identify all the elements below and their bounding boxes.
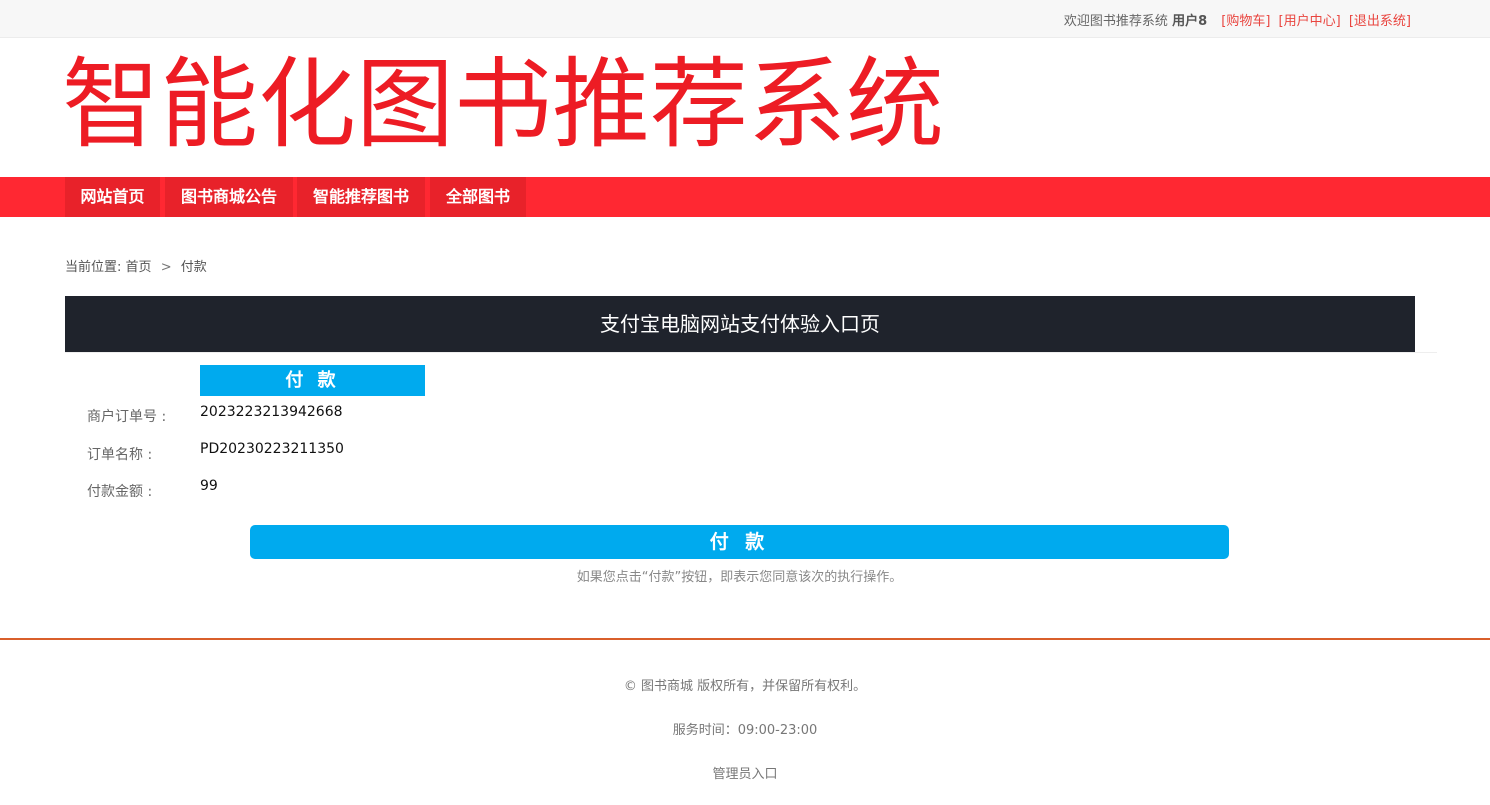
amount-value: 99 — [200, 478, 218, 494]
breadcrumb-current: 付款 — [180, 260, 207, 275]
nav-item-recommended[interactable]: 智能推荐图书 — [297, 177, 425, 217]
order-number-value: 2023223213942668 — [200, 404, 343, 420]
top-bar-links: 欢迎图书推荐系统 用户8 [购物车] [用户中心] [退出系统] — [1064, 10, 1411, 29]
site-logo[interactable]: 智能化图书推荐系统 — [62, 48, 944, 163]
admin-login-link[interactable]: 管理员入口 — [0, 763, 1490, 782]
pay-button[interactable]: 付 款 — [250, 525, 1229, 559]
cart-link[interactable]: [购物车] — [1221, 14, 1270, 29]
payment-tab: 付 款 — [200, 365, 425, 396]
welcome-text: 欢迎图书推荐系统 — [1063, 14, 1168, 29]
nav-item-announcements[interactable]: 图书商城公告 — [165, 177, 293, 217]
payment-header: 支付宝电脑网站支付体验入口页 — [65, 296, 1415, 352]
footer-service-hours: 服务时间：09:00-23:00 — [672, 723, 818, 738]
breadcrumb: 当前位置: 首页 > 付款 — [65, 256, 207, 275]
breadcrumb-separator: > — [160, 260, 172, 275]
main-nav: 网站首页 图书商城公告 智能推荐图书 全部图书 — [0, 177, 1490, 217]
order-name-value: PD20230223211350 — [200, 441, 344, 457]
top-bar: 欢迎图书推荐系统 用户8 [购物车] [用户中心] [退出系统] — [0, 0, 1490, 38]
logout-link[interactable]: [退出系统] — [1349, 14, 1411, 29]
nav-item-home[interactable]: 网站首页 — [65, 177, 160, 217]
user-center-link[interactable]: [用户中心] — [1279, 14, 1341, 29]
breadcrumb-home[interactable]: 首页 — [126, 260, 152, 275]
order-number-label: 商户订单号 : — [87, 409, 167, 425]
footer-divider — [0, 638, 1490, 640]
payment-note: 如果您点击“付款”按钮，即表示您同意该次的执行操作。 — [576, 570, 903, 585]
order-name-label: 订单名称 : — [87, 447, 153, 463]
footer-copyright: © 图书商城 版权所有，并保留所有权利。 — [623, 679, 867, 694]
amount-label: 付款金额 : — [87, 484, 153, 500]
breadcrumb-prefix: 当前位置: — [65, 260, 122, 275]
header-divider — [65, 352, 1437, 353]
username: 用户8 — [1172, 14, 1208, 29]
nav-item-all-books[interactable]: 全部图书 — [430, 177, 526, 217]
